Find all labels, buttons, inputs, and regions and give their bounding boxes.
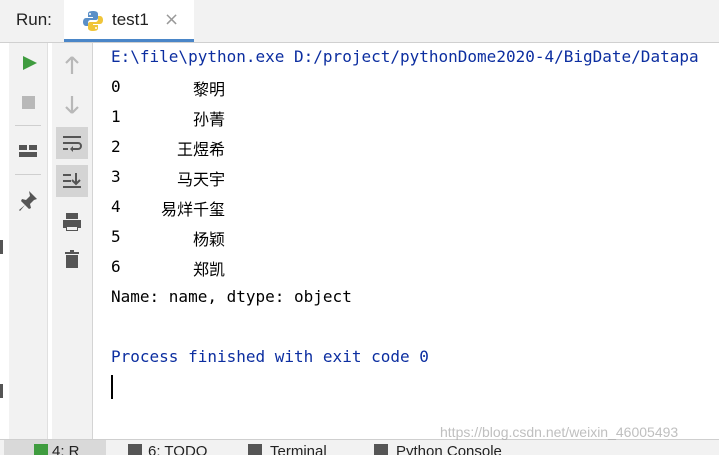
trash-icon <box>65 250 79 268</box>
series-value: 易烊千玺 <box>160 200 225 219</box>
series-index: 3 <box>111 167 121 186</box>
console-output[interactable]: E:\file\python.exe D:/project/pythonDome… <box>95 43 719 439</box>
run-label: Run: <box>16 10 52 29</box>
rerun-icon <box>23 56 37 70</box>
todo-icon <box>128 444 142 455</box>
series-value: 黎明 <box>192 80 225 99</box>
series-index: 1 <box>111 107 121 126</box>
toolbar-divider <box>15 125 41 126</box>
python-console-icon <box>374 444 388 455</box>
up-arrow-icon <box>65 56 79 74</box>
series-index: 6 <box>111 257 121 276</box>
up-button[interactable] <box>56 49 88 81</box>
bottom-tab-todo[interactable]: 6: TODO <box>148 443 207 455</box>
bottom-tab-terminal[interactable]: Terminal <box>270 443 327 455</box>
run-panel-header: Run: test1 × <box>0 0 719 43</box>
down-button[interactable] <box>56 88 88 120</box>
text-cursor <box>111 375 113 399</box>
series-dtype-line: Name: name, dtype: object <box>111 287 352 306</box>
python-icon <box>82 10 104 32</box>
bottom-tab-run[interactable]: 4: R <box>4 440 106 455</box>
pin-button[interactable] <box>12 184 44 216</box>
soft-wrap-button[interactable] <box>56 127 88 159</box>
scroll-to-end-icon <box>63 173 81 188</box>
series-value: 马天宇 <box>176 170 225 189</box>
down-arrow-icon <box>65 96 79 114</box>
series-index: 0 <box>111 77 121 96</box>
print-button[interactable] <box>56 206 88 238</box>
stop-icon <box>22 96 35 109</box>
series-value: 孙菁 <box>192 110 225 129</box>
soft-wrap-icon <box>63 136 82 152</box>
bottom-tab-label: 4: R <box>52 443 80 455</box>
watermark: https://blog.csdn.net/weixin_46005493 <box>440 424 679 440</box>
layout-icon <box>19 145 37 157</box>
clear-button[interactable] <box>56 243 88 275</box>
bottom-tab-python-console[interactable]: Python Console <box>396 443 502 455</box>
window-edge-mark <box>0 240 3 254</box>
series-value: 杨颖 <box>192 230 225 249</box>
toolbar-divider <box>15 174 41 175</box>
console-command-line: E:\file\python.exe D:/project/pythonDome… <box>111 47 699 66</box>
run-toolbar-right <box>52 43 93 439</box>
stop-button[interactable] <box>12 86 44 118</box>
scroll-to-end-button[interactable] <box>56 165 88 197</box>
rerun-button[interactable] <box>12 47 44 79</box>
pin-icon <box>19 191 37 211</box>
run-toolbar-left <box>9 43 48 439</box>
bottom-tool-bar: 4: R 6: TODO Terminal Python Console <box>0 439 719 455</box>
series-index: 5 <box>111 227 121 246</box>
tab-test1[interactable]: test1 × <box>64 0 194 42</box>
close-icon[interactable]: × <box>164 9 179 30</box>
series-index: 4 <box>111 197 121 216</box>
series-value: 王煜希 <box>176 140 225 159</box>
process-exit-line: Process finished with exit code 0 <box>111 347 429 366</box>
terminal-icon <box>248 444 262 455</box>
layout-button[interactable] <box>12 135 44 167</box>
tab-title: test1 <box>112 10 149 29</box>
run-icon <box>34 444 48 455</box>
window-edge-mark <box>0 384 3 398</box>
series-value: 郑凯 <box>192 260 225 279</box>
series-index: 2 <box>111 137 121 156</box>
print-icon <box>63 213 81 231</box>
